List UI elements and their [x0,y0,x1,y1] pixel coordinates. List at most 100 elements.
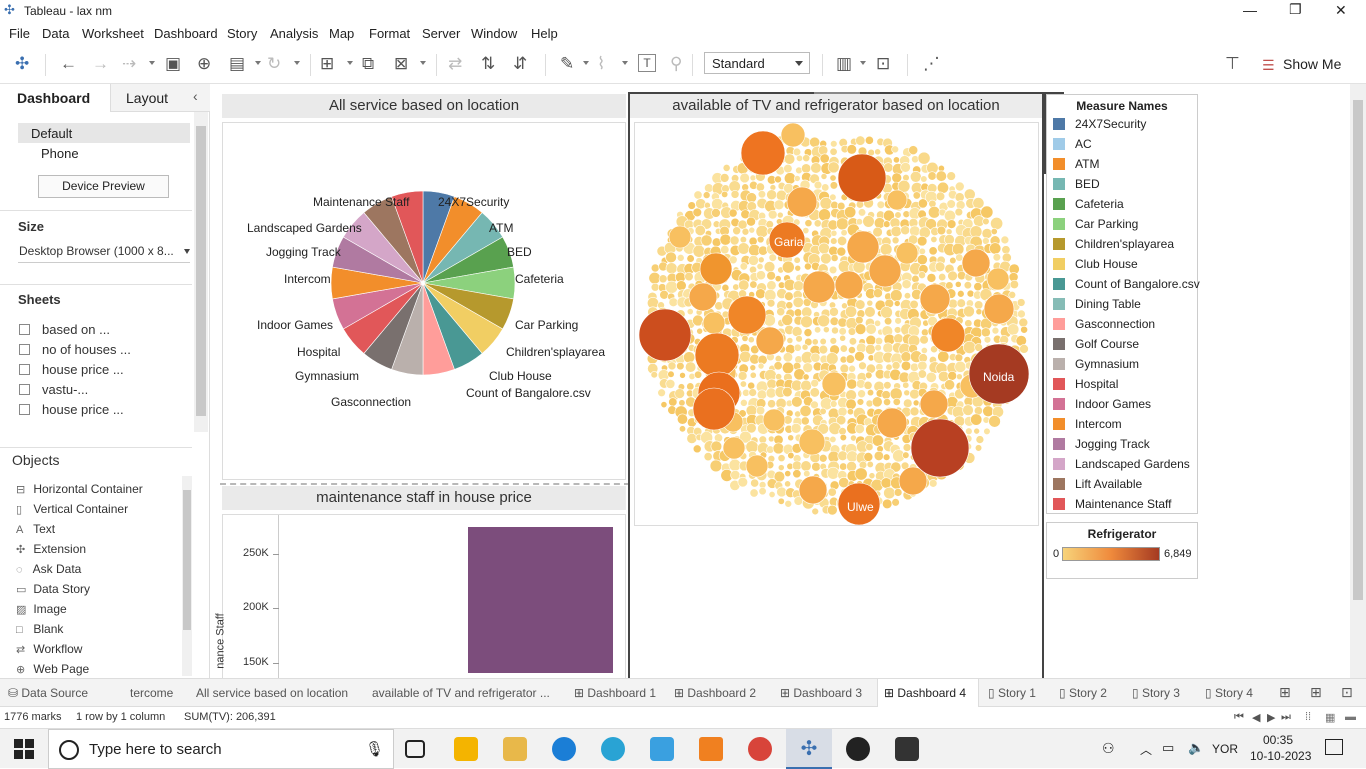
menu-file[interactable]: File [9,26,30,41]
bubble[interactable] [992,253,1001,262]
bubble[interactable] [885,363,893,371]
bubble[interactable] [758,245,769,256]
swap-icon[interactable]: ⇄ [448,55,462,73]
bubble[interactable] [882,453,891,461]
edge-icon[interactable] [552,737,576,761]
bubble[interactable] [865,334,877,346]
bubble[interactable] [909,406,920,417]
bubble[interactable] [854,467,868,481]
bubble[interactable] [692,244,706,258]
device-phone[interactable]: Phone [41,146,79,161]
bubble[interactable] [883,381,892,390]
bubble[interactable] [863,452,874,462]
bubble[interactable] [688,282,718,312]
bubble[interactable] [1001,245,1011,255]
bubble[interactable] [936,225,947,236]
bubble[interactable] [890,225,902,238]
bubble[interactable] [709,459,723,473]
size-select[interactable]: Desktop Browser (1000 x 8... [19,244,174,258]
bubble[interactable] [871,434,884,447]
bubble[interactable] [692,444,702,454]
bubble[interactable] [803,328,813,337]
legend-item[interactable]: Children'splayarea [1053,237,1174,251]
bubble[interactable] [692,207,702,218]
bubble[interactable] [740,209,751,220]
bubble[interactable] [767,399,777,409]
bubble[interactable] [847,327,857,336]
bubble[interactable] [774,275,782,283]
bubble[interactable] [891,498,900,507]
bubble[interactable] [928,479,938,488]
objects-scrollbar[interactable] [182,476,192,676]
bubble[interactable] [990,217,1004,230]
show-me-button[interactable]: Show Me [1283,56,1341,72]
bubble[interactable] [679,372,686,379]
bubble[interactable] [1017,309,1026,319]
bubble[interactable] [727,295,767,335]
restore-icon[interactable]: ❐ [1289,1,1302,18]
object-web-page[interactable]: ⊕ Web Page [16,662,89,676]
bubble[interactable] [972,197,985,210]
bubble[interactable] [964,319,973,328]
bubble[interactable] [757,362,765,370]
bubble[interactable] [854,423,865,434]
bubble[interactable] [846,408,854,416]
bubble[interactable] [790,423,802,434]
clock-time[interactable]: 00:35 [1263,733,1293,747]
bubble[interactable] [657,388,666,398]
pause-updates-icon[interactable]: ▤ [229,55,245,73]
bubble[interactable] [773,199,785,211]
bubble[interactable] [749,371,757,379]
bubble[interactable] [819,153,830,164]
bubble[interactable] [891,361,901,370]
next-sheet-icon[interactable]: ▶ [1267,711,1275,724]
bubble[interactable] [983,427,991,435]
bubble[interactable] [737,476,749,488]
bubble[interactable] [947,370,958,381]
bubble[interactable] [963,281,972,290]
bubble[interactable] [930,317,966,353]
bubble[interactable] [903,398,913,408]
bubble[interactable] [650,263,660,273]
language-indicator[interactable]: YOR [1212,742,1238,756]
bubble[interactable] [810,162,822,174]
bubble[interactable] [686,433,698,444]
bubble[interactable] [746,192,757,203]
sheet-item[interactable]: house price ... [19,362,124,377]
bubble[interactable] [839,334,847,342]
bubble[interactable] [795,335,803,343]
bubble[interactable] [876,407,908,439]
bubble[interactable] [829,400,838,408]
bubble[interactable] [791,460,802,471]
legend-item[interactable]: Hospital [1053,377,1118,391]
bubble[interactable] [793,256,801,264]
bubble[interactable] [776,307,786,317]
bubble[interactable] [782,361,795,374]
bubble[interactable] [901,279,912,290]
bubble[interactable] [721,190,729,198]
bubble[interactable] [986,267,1010,291]
bubble[interactable] [650,371,658,379]
bubble[interactable] [858,361,867,370]
bubble[interactable] [827,161,840,174]
bubble[interactable] [935,170,947,182]
last-sheet-icon[interactable]: ⏭ [1281,711,1291,724]
bubble[interactable] [938,272,947,282]
bubble[interactable] [981,228,993,239]
bubble[interactable] [928,206,941,219]
bubble[interactable] [730,189,740,199]
file-explorer-icon[interactable] [503,737,527,761]
object-image[interactable]: ▨ Image [16,602,67,616]
bubble[interactable] [902,451,910,459]
new-data-source-icon[interactable]: ⊕ [197,55,211,73]
object-ask-data[interactable]: ◌ Ask Data [16,562,81,576]
dashboard-tab-active[interactable]: ⊞ Dashboard 4 [877,679,979,707]
bubble[interactable] [648,271,661,285]
dashboard-tab[interactable]: ⊞ Dashboard 2 [674,686,756,700]
refresh-icon[interactable]: ↻ [267,55,281,73]
bubble[interactable] [873,288,883,298]
bubble[interactable] [848,337,857,346]
bubble[interactable] [918,271,926,279]
bubble[interactable] [846,461,857,472]
bubble[interactable] [784,499,793,508]
